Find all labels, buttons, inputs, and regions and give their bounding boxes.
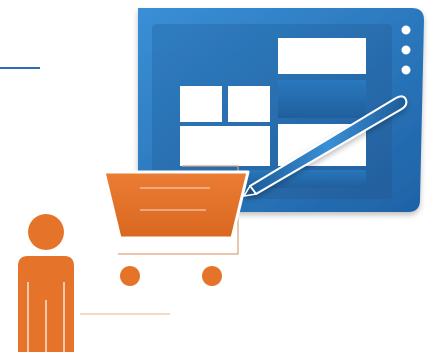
tile: [180, 126, 270, 166]
tile: [180, 86, 222, 122]
cart-basket: [102, 170, 250, 240]
ecommerce-illustration: [0, 8, 424, 352]
tile: [278, 80, 366, 118]
shopping-cart-icon: [102, 165, 250, 286]
person-head: [28, 214, 64, 250]
tile: [228, 86, 270, 122]
cart-wheel: [202, 266, 222, 286]
person-icon: [18, 214, 74, 352]
vertical-dots-icon: [401, 25, 411, 75]
cart-wheel: [120, 266, 140, 286]
tile: [278, 38, 366, 74]
